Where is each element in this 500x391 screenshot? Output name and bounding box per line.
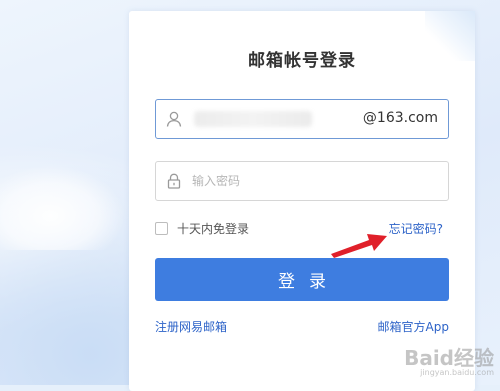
remember-checkbox[interactable] <box>155 221 168 235</box>
login-card: 邮箱帐号登录 @163.com 十天内免登录 忘记密码? 登录 注册网易邮箱 邮… <box>129 11 475 391</box>
forgot-password-link[interactable]: 忘记密码? <box>389 220 443 237</box>
remember-label: 十天内免登录 <box>177 221 250 236</box>
red-arrow-annotation <box>331 234 387 258</box>
username-field[interactable]: @163.com <box>155 99 449 139</box>
password-field[interactable] <box>155 161 449 201</box>
official-app-link[interactable]: 邮箱官方App <box>378 318 449 335</box>
background-cloud <box>0 165 125 250</box>
page-title: 邮箱帐号登录 <box>248 51 356 71</box>
watermark-logo-text: Baid经验 <box>404 346 494 370</box>
register-link[interactable]: 注册网易邮箱 <box>155 318 227 335</box>
email-domain-suffix: @163.com <box>362 110 438 126</box>
username-value-masked <box>194 111 312 127</box>
remember-me[interactable]: 十天内免登录 <box>155 220 249 236</box>
login-button[interactable]: 登录 <box>155 258 449 301</box>
password-input[interactable] <box>192 170 432 192</box>
lock-icon <box>167 173 181 189</box>
user-icon <box>166 111 182 127</box>
baidu-jingyan-watermark: Baid经验 jingyan.baidu.com <box>404 348 494 377</box>
